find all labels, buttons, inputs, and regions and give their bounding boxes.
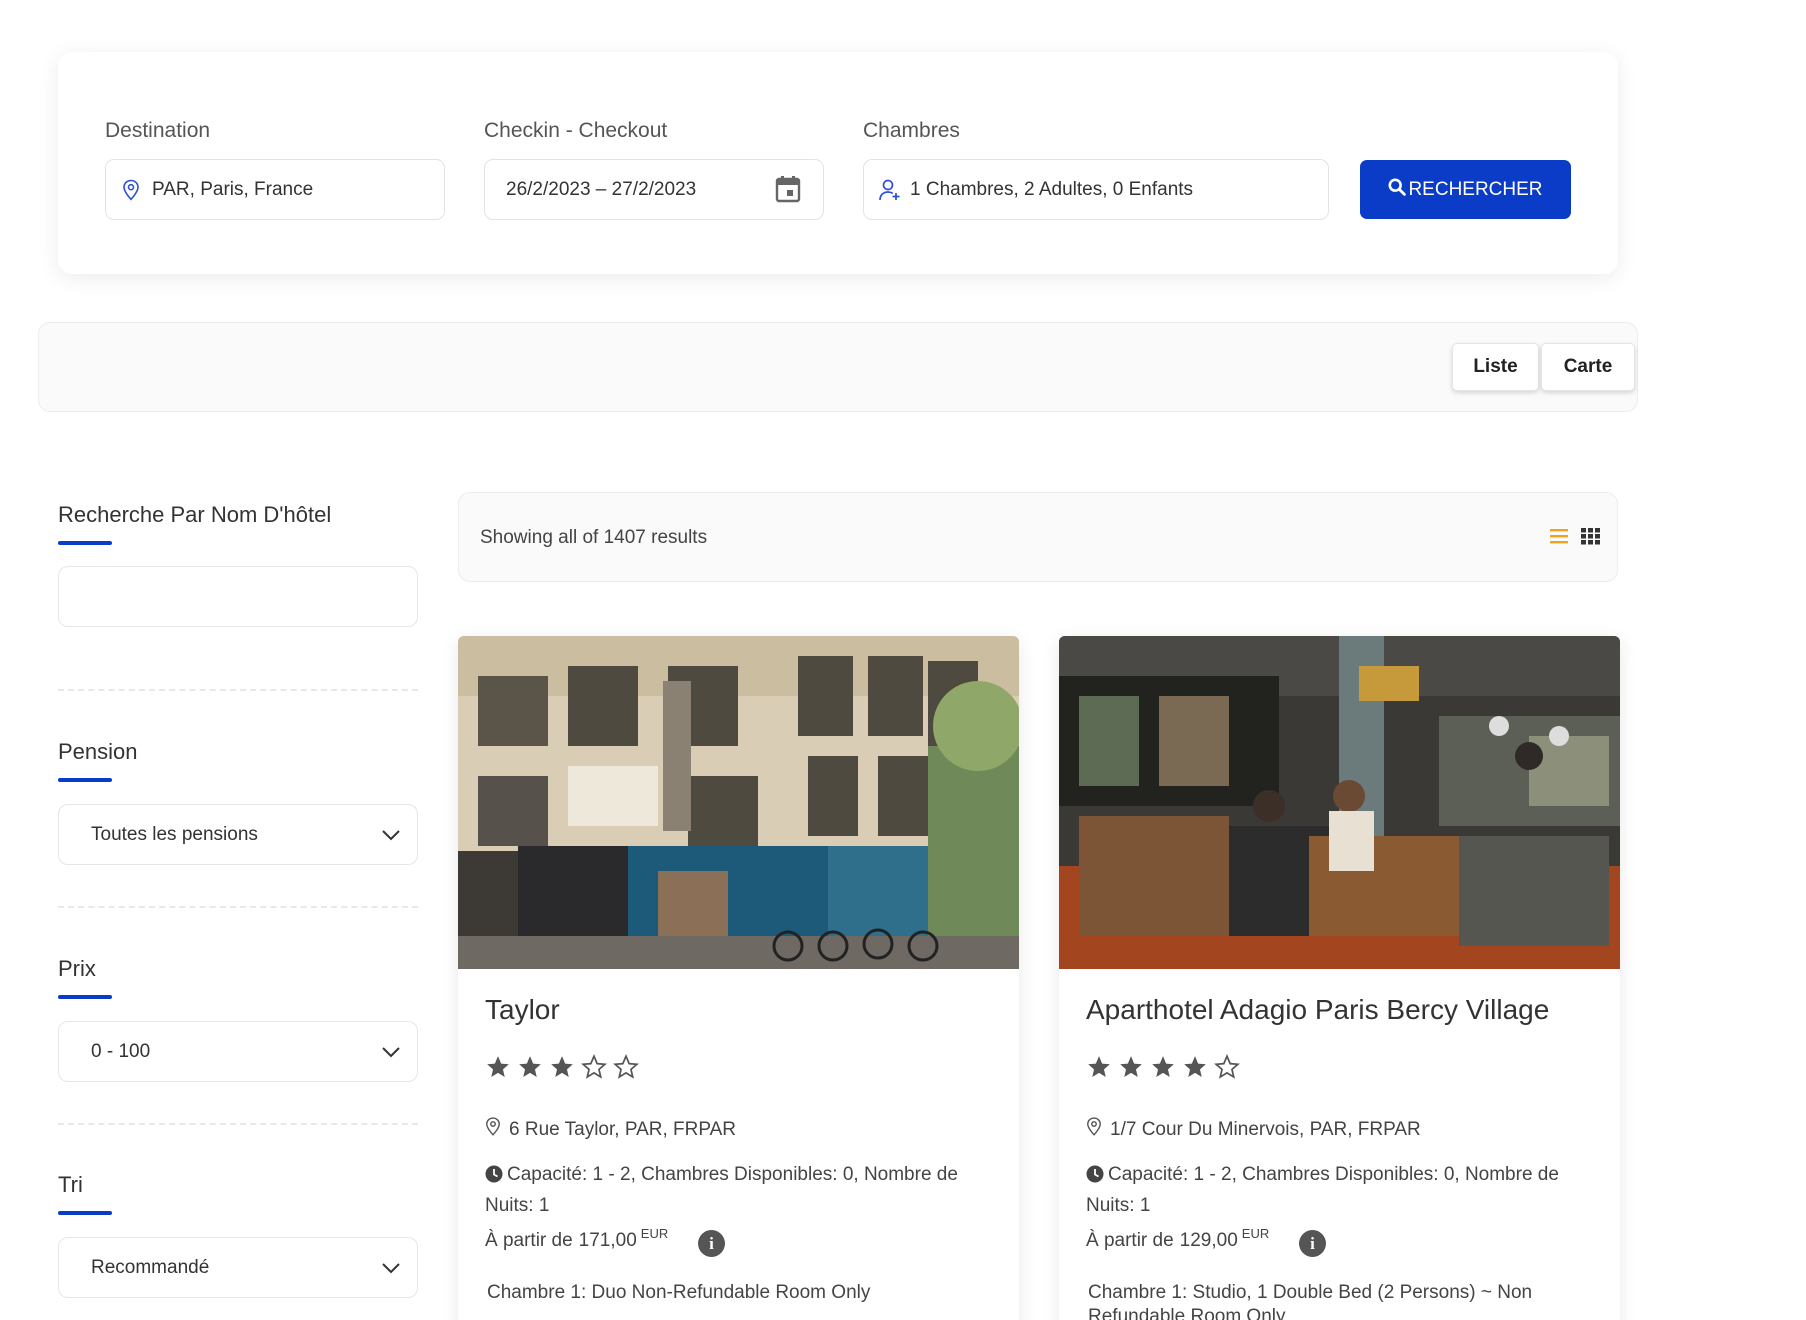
hotel-address: 1/7 Cour Du Minervois, PAR, FRPAR xyxy=(1086,1116,1421,1143)
star-filled-icon xyxy=(1120,1056,1142,1077)
search-button[interactable]: RECHERCHER xyxy=(1360,160,1571,219)
list-view-button[interactable]: Liste xyxy=(1452,343,1539,391)
price-value: 171,00 xyxy=(578,1230,637,1251)
price-title: Prix xyxy=(58,956,96,981)
search-icon xyxy=(1388,177,1407,202)
hotel-address-text: 6 Rue Taylor, PAR, FRPAR xyxy=(509,1118,737,1140)
clock-icon xyxy=(1086,1164,1104,1192)
list-view-icon[interactable] xyxy=(1550,528,1568,549)
map-view-button[interactable]: Carte xyxy=(1541,343,1635,391)
calendar-icon[interactable] xyxy=(775,175,801,203)
price-prefix: À partir de xyxy=(1086,1230,1174,1251)
divider xyxy=(58,906,418,908)
price-currency: EUR xyxy=(640,1226,669,1241)
map-pin-icon xyxy=(485,1116,501,1143)
hotel-name[interactable]: Taylor xyxy=(485,994,560,1026)
hotel-capacity-text: Capacité: 1 - 2, Chambres Disponibles: 0… xyxy=(485,1164,958,1216)
sort-title: Tri xyxy=(58,1172,83,1197)
destination-label: Destination xyxy=(105,119,211,142)
hotel-price: À partir de 129,00 EUR xyxy=(1086,1226,1269,1252)
search-card: Destination PAR, Paris, France Checkin -… xyxy=(58,52,1618,274)
clock-icon xyxy=(485,1164,503,1192)
chevron-down-icon xyxy=(381,1258,401,1284)
rooms-label: Chambres xyxy=(863,119,960,142)
divider xyxy=(58,689,418,691)
star-filled-icon xyxy=(1184,1056,1206,1077)
price-select-value: 0 - 100 xyxy=(91,1040,151,1062)
star-empty-icon xyxy=(1214,1054,1240,1079)
destination-field[interactable]: PAR, Paris, France xyxy=(105,159,445,220)
search-button-label: RECHERCHER xyxy=(1408,178,1543,200)
pension-select-value: Toutes les pensions xyxy=(91,823,258,845)
grid-view-icon[interactable] xyxy=(1581,528,1600,550)
map-pin-icon xyxy=(1086,1116,1102,1143)
dates-field[interactable]: 26/2/2023 – 27/2/2023 xyxy=(484,159,824,220)
hotel-name[interactable]: Aparthotel Adagio Paris Bercy Village xyxy=(1086,994,1549,1026)
chevron-down-icon xyxy=(381,1042,401,1068)
results-bar: Showing all of 1407 results xyxy=(458,492,1618,582)
destination-value: PAR, Paris, France xyxy=(152,178,314,200)
price-select[interactable]: 0 - 100 xyxy=(58,1021,418,1082)
star-filled-icon xyxy=(519,1056,541,1077)
pension-title: Pension xyxy=(58,739,138,764)
sort-select[interactable]: Recommandé xyxy=(58,1237,418,1298)
title-underline xyxy=(58,1211,112,1215)
view-toggle-bar: Liste Carte xyxy=(38,322,1638,412)
rooms-value: 1 Chambres, 2 Adultes, 0 Enfants xyxy=(910,178,1194,200)
info-icon[interactable]: i xyxy=(698,1230,725,1257)
hotel-capacity: Capacité: 1 - 2, Chambres Disponibles: 0… xyxy=(1086,1161,1576,1220)
user-plus-icon xyxy=(878,178,902,202)
hotel-photo[interactable] xyxy=(1059,636,1620,969)
hotel-capacity: Capacité: 1 - 2, Chambres Disponibles: 0… xyxy=(485,1161,975,1220)
sort-select-value: Recommandé xyxy=(91,1256,210,1278)
hotel-photo[interactable] xyxy=(458,636,1019,969)
rooms-field[interactable]: 1 Chambres, 2 Adultes, 0 Enfants xyxy=(863,159,1329,220)
hotel-address-text: 1/7 Cour Du Minervois, PAR, FRPAR xyxy=(1110,1118,1421,1140)
divider xyxy=(58,1123,418,1125)
info-icon[interactable]: i xyxy=(1299,1230,1326,1257)
hotel-name-search-input[interactable] xyxy=(58,566,418,627)
room-description: Chambre 1: Studio, 1 Double Bed (2 Perso… xyxy=(1088,1282,1533,1320)
star-filled-icon xyxy=(1088,1056,1110,1077)
title-underline xyxy=(58,995,112,999)
chevron-down-icon xyxy=(381,825,401,851)
dates-value: 26/2/2023 – 27/2/2023 xyxy=(506,178,697,200)
star-rating xyxy=(1086,1054,1240,1080)
price-prefix: À partir de xyxy=(485,1230,573,1251)
title-underline xyxy=(58,541,112,545)
hotel-card[interactable]: Aparthotel Adagio Paris Bercy Village 1/… xyxy=(1059,636,1620,1320)
title-underline xyxy=(58,778,112,782)
pension-select[interactable]: Toutes les pensions xyxy=(58,804,418,865)
hotel-address: 6 Rue Taylor, PAR, FRPAR xyxy=(485,1116,736,1143)
room-description: Chambre 1: Duo Non-Refundable Room Only xyxy=(487,1282,871,1303)
name-search-title: Recherche Par Nom D'hôtel xyxy=(58,502,332,527)
star-rating xyxy=(485,1054,639,1080)
price-currency: EUR xyxy=(1241,1226,1270,1241)
star-filled-icon xyxy=(551,1056,573,1077)
star-empty-icon xyxy=(581,1054,607,1079)
star-empty-icon xyxy=(613,1054,639,1079)
hotel-card[interactable]: Taylor 6 Rue Taylor, PAR, FRPAR Capacité… xyxy=(458,636,1019,1320)
price-value: 129,00 xyxy=(1179,1230,1238,1251)
results-count: Showing all of 1407 results xyxy=(480,527,708,548)
star-filled-icon xyxy=(1152,1056,1174,1077)
hotel-capacity-text: Capacité: 1 - 2, Chambres Disponibles: 0… xyxy=(1086,1164,1559,1216)
dates-label: Checkin - Checkout xyxy=(484,119,668,142)
star-filled-icon xyxy=(487,1056,509,1077)
hotel-price: À partir de 171,00 EUR xyxy=(485,1226,668,1252)
map-pin-icon xyxy=(122,179,140,201)
